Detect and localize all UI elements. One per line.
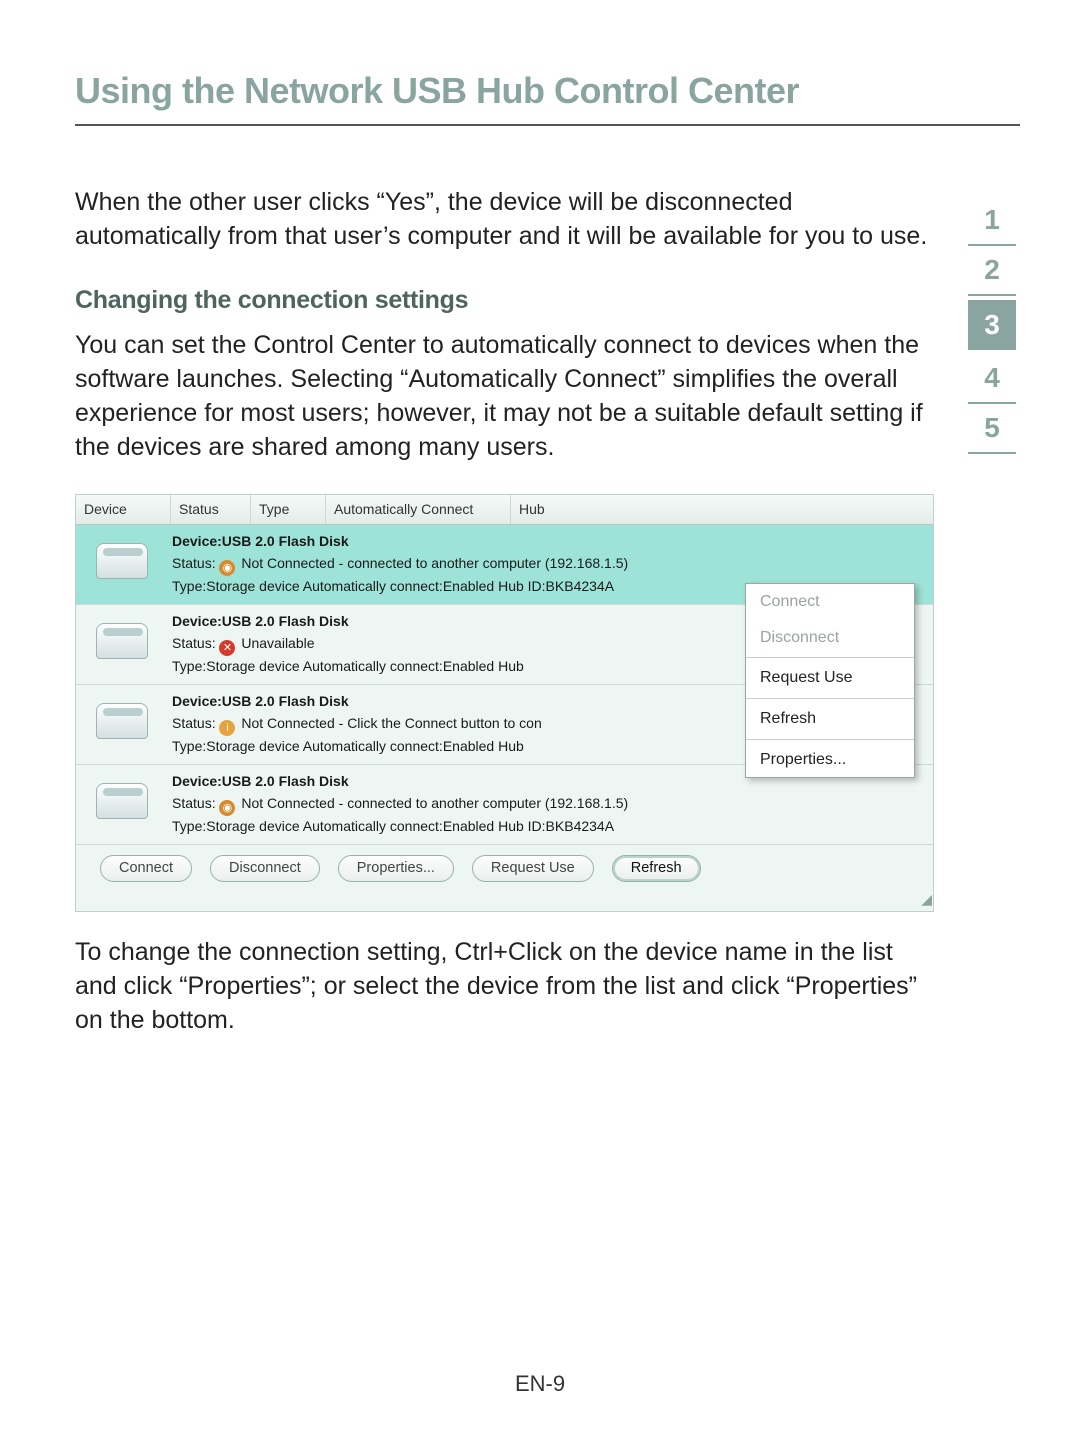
intro-paragraph: When the other user clicks “Yes”, the de…: [75, 186, 934, 254]
resize-grip-icon[interactable]: ◢: [76, 890, 933, 911]
properties-button[interactable]: Properties...: [338, 855, 454, 883]
device-meta: Type:Storage device Automatically connec…: [172, 816, 927, 838]
col-status[interactable]: Status: [171, 495, 251, 524]
section-tab-1[interactable]: 1: [968, 196, 1016, 246]
drive-icon: [96, 623, 148, 659]
ctx-disconnect: Disconnect: [746, 620, 914, 656]
refresh-button[interactable]: Refresh: [612, 855, 701, 883]
button-bar: Connect Disconnect Properties... Request…: [76, 845, 933, 891]
ctx-request-use[interactable]: Request Use: [746, 660, 914, 696]
body-paragraph-1: You can set the Control Center to automa…: [75, 329, 934, 464]
user-status-icon: ◉: [219, 560, 235, 576]
user-status-icon: ◉: [219, 800, 235, 816]
col-hub[interactable]: Hub: [511, 495, 933, 524]
section-tab-5[interactable]: 5: [968, 404, 1016, 454]
section-tab-4[interactable]: 4: [968, 354, 1016, 404]
section-tab-3[interactable]: 3: [968, 300, 1016, 350]
device-row-info: Device:USB 2.0 Flash DiskStatus: ◉ Not C…: [172, 769, 927, 838]
page-title: Using the Network USB Hub Control Center: [75, 70, 1020, 126]
drive-icon: [96, 783, 148, 819]
col-type[interactable]: Type: [251, 495, 326, 524]
ctx-connect: Connect: [746, 584, 914, 620]
column-headers: Device Status Type Automatically Connect…: [76, 495, 933, 525]
context-menu: Connect Disconnect Request Use Refresh P…: [745, 583, 915, 778]
subheading: Changing the connection settings: [75, 284, 934, 318]
drive-icon: [96, 703, 148, 739]
drive-icon: [96, 543, 148, 579]
request-use-button[interactable]: Request Use: [472, 855, 594, 883]
col-device[interactable]: Device: [76, 495, 171, 524]
connect-button[interactable]: Connect: [100, 855, 192, 883]
col-auto[interactable]: Automatically Connect: [326, 495, 511, 524]
control-center-panel: Device Status Type Automatically Connect…: [75, 494, 934, 912]
device-status: Status: ◉ Not Connected - connected to a…: [172, 793, 927, 817]
device-status: Status: ◉ Not Connected - connected to a…: [172, 553, 927, 577]
info-status-icon: i: [219, 720, 235, 736]
page-number: EN-9: [0, 1371, 1080, 1397]
section-tab-2[interactable]: 2: [968, 246, 1016, 296]
ctx-refresh[interactable]: Refresh: [746, 701, 914, 737]
x-status-icon: ✕: [219, 640, 235, 656]
device-name: Device:USB 2.0 Flash Disk: [172, 531, 927, 553]
disconnect-button[interactable]: Disconnect: [210, 855, 320, 883]
section-tabs: 12345: [964, 186, 1020, 1067]
ctx-properties[interactable]: Properties...: [746, 742, 914, 778]
body-paragraph-2: To change the connection setting, Ctrl+C…: [75, 936, 934, 1037]
